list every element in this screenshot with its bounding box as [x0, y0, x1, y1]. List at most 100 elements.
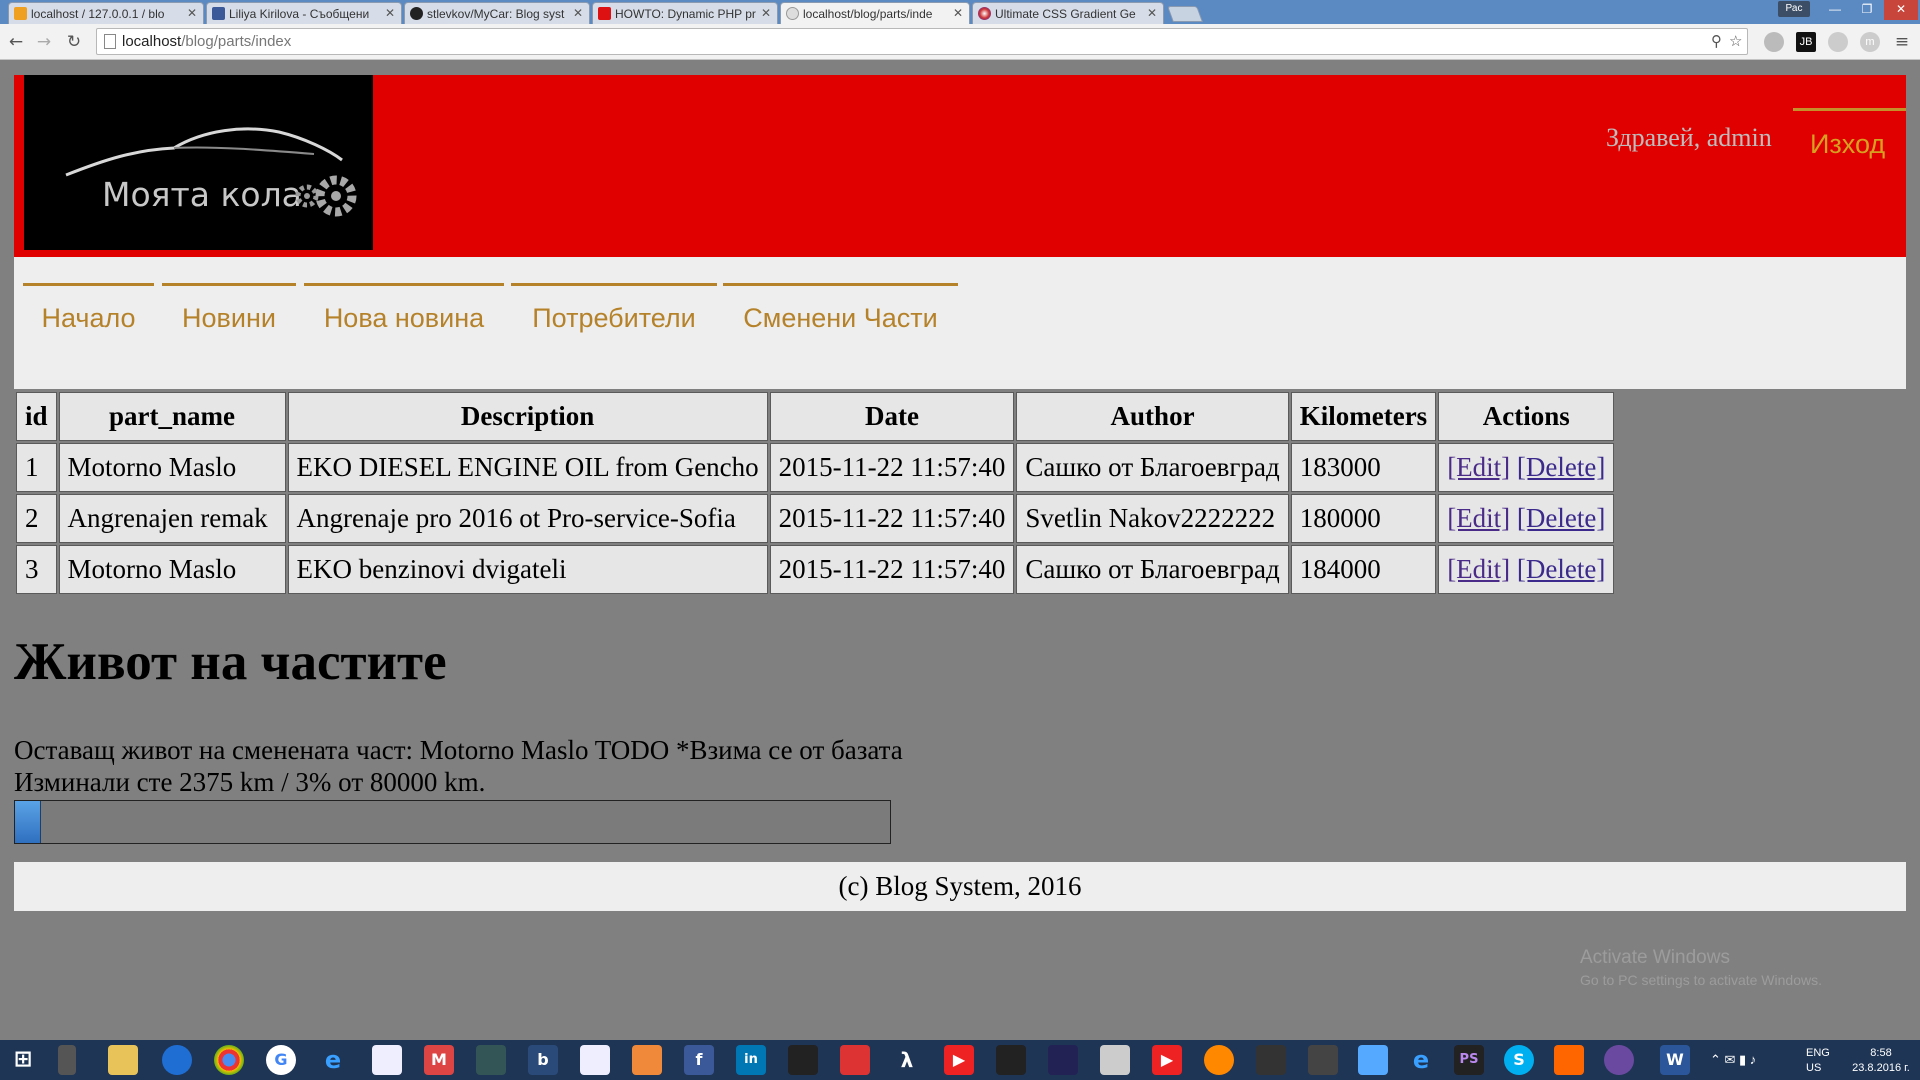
skype-icon[interactable]: S — [1504, 1045, 1534, 1075]
menu-icon[interactable]: ≡ — [1890, 30, 1914, 54]
tray-icons[interactable]: ⌃ ✉ ▮ ♪ — [1710, 1040, 1770, 1080]
browser-tab-phpmyadmin[interactable]: localhost / 127.0.0.1 / blo ✕ — [8, 2, 204, 24]
google-icon[interactable]: G — [266, 1045, 296, 1075]
cell-description: Angrenaje pro 2016 ot Pro-service-Sofia — [287, 494, 768, 543]
app-icon[interactable] — [996, 1045, 1026, 1075]
browser-tab-github[interactable]: stlevkov/MyCar: Blog syst ✕ — [404, 2, 590, 24]
column-header-kilometers: Kilometers — [1290, 392, 1437, 441]
profile-badge[interactable]: Рас — [1778, 1, 1810, 17]
phpstorm-icon[interactable]: PS — [1454, 1045, 1484, 1075]
app-icon[interactable] — [476, 1045, 506, 1075]
nav-item-home[interactable]: Начало — [23, 283, 154, 334]
folder-icon[interactable] — [108, 1045, 138, 1075]
app-icon[interactable] — [1604, 1045, 1634, 1075]
browser-tab-active[interactable]: localhost/blog/parts/inde ✕ — [780, 2, 970, 25]
firefox-icon[interactable] — [162, 1045, 192, 1075]
distance-text: Изминали сте 2375 km / 3% от 80000 km. — [14, 767, 486, 797]
app-icon[interactable] — [1308, 1045, 1338, 1075]
edit-link[interactable]: [Edit] — [1447, 554, 1510, 584]
browser-tab-css-gradient[interactable]: Ultimate CSS Gradient Ge ✕ — [972, 2, 1164, 24]
column-header-date: Date — [769, 392, 1015, 441]
zoom-icon[interactable]: ⚲ — [1711, 32, 1722, 50]
browser-tab-facebook[interactable]: Liliya Kirilova - Съобщени ✕ — [206, 2, 402, 24]
delete-link[interactable]: [Delete] — [1517, 554, 1605, 584]
youtube-icon[interactable]: ▶ — [1152, 1045, 1182, 1075]
phpmyadmin-favicon-icon — [14, 7, 27, 20]
cell-description: EKO DIESEL ENGINE OIL from Gencho — [287, 443, 768, 492]
extension-cloud-icon[interactable] — [1764, 32, 1784, 52]
xampp-icon[interactable] — [1554, 1045, 1584, 1075]
app-icon[interactable]: λ — [892, 1045, 922, 1075]
forward-icon[interactable]: → — [32, 30, 56, 54]
logout-nav: Изход — [1793, 108, 1906, 160]
delete-link[interactable]: [Delete] — [1517, 452, 1605, 482]
app-icon[interactable] — [580, 1045, 610, 1075]
close-tab-icon[interactable]: ✕ — [953, 6, 963, 20]
youtube-icon[interactable]: ▶ — [944, 1045, 974, 1075]
delete-link[interactable]: [Delete] — [1517, 503, 1605, 533]
word-icon[interactable]: W — [1660, 1045, 1690, 1075]
app-icon[interactable] — [372, 1045, 402, 1075]
app-icon[interactable] — [788, 1045, 818, 1075]
app-icon[interactable] — [1256, 1045, 1286, 1075]
life-progress-bar — [14, 800, 891, 844]
chrome-icon[interactable] — [214, 1045, 244, 1075]
restore-icon[interactable]: ❐ — [1852, 0, 1882, 20]
minimize-icon[interactable]: — — [1820, 0, 1850, 20]
edit-link[interactable]: [Edit] — [1447, 503, 1510, 533]
cell-actions: [Edit] [Delete] — [1438, 443, 1615, 492]
app-icon[interactable] — [632, 1045, 662, 1075]
close-tab-icon[interactable]: ✕ — [385, 6, 395, 20]
site-logo[interactable]: Моята кола — [24, 75, 373, 250]
extension-m-icon[interactable]: m — [1860, 32, 1880, 52]
close-window-icon[interactable]: ✕ — [1884, 0, 1918, 20]
new-tab-button[interactable] — [1167, 6, 1203, 22]
app-icon[interactable] — [1204, 1045, 1234, 1075]
nav-item-new-post[interactable]: Нова новина — [304, 283, 504, 334]
nav-item-users[interactable]: Потребители — [511, 283, 717, 334]
column-header-author: Author — [1016, 392, 1289, 441]
app-icon[interactable] — [1048, 1045, 1078, 1075]
browser-tab-youtube[interactable]: HOWTO: Dynamic PHP pr ✕ — [592, 2, 778, 24]
edit-link[interactable]: [Edit] — [1447, 452, 1510, 482]
cell-actions: [Edit] [Delete] — [1438, 494, 1615, 543]
site-footer: (c) Blog System, 2016 — [14, 862, 1906, 911]
close-tab-icon[interactable]: ✕ — [1147, 6, 1157, 20]
keyboard-layout: US — [1806, 1062, 1822, 1074]
app-icon[interactable] — [840, 1045, 870, 1075]
app-icon[interactable] — [1358, 1045, 1388, 1075]
activate-windows-watermark: Activate Windows Go to PC settings to ac… — [1580, 947, 1822, 988]
close-tab-icon[interactable]: ✕ — [761, 6, 771, 20]
bookmark-star-icon[interactable]: ☆ — [1729, 32, 1742, 50]
cell-date: 2015-11-22 11:57:40 — [769, 545, 1015, 594]
logout-link[interactable]: Изход — [1793, 111, 1906, 160]
linkedin-icon[interactable]: in — [736, 1045, 766, 1075]
start-windows-icon[interactable]: ⊞ — [8, 1045, 38, 1075]
reload-icon[interactable]: ↻ — [62, 30, 86, 54]
cell-id: 1 — [16, 443, 57, 492]
close-tab-icon[interactable]: ✕ — [573, 6, 583, 20]
facebook-icon[interactable]: f — [684, 1045, 714, 1075]
internet-explorer-icon[interactable]: e — [318, 1045, 348, 1075]
extension-circle-icon[interactable] — [1828, 32, 1848, 52]
clock[interactable]: 8:58 23.8.2016 г. — [1846, 1040, 1916, 1080]
app-icon[interactable]: b — [528, 1045, 558, 1075]
internet-explorer-icon[interactable]: e — [1406, 1045, 1436, 1075]
app-icon[interactable] — [1100, 1045, 1130, 1075]
nav-item-replaced-parts[interactable]: Сменени Части — [723, 283, 958, 334]
language-indicator[interactable]: ENG US — [1806, 1040, 1846, 1080]
back-icon[interactable]: ← — [4, 30, 28, 54]
cell-kilometers: 180000 — [1290, 494, 1437, 543]
github-favicon-icon — [410, 7, 423, 20]
extension-jetbrains-icon[interactable]: JB — [1796, 32, 1816, 52]
close-tab-icon[interactable]: ✕ — [187, 6, 197, 20]
file-manager-icon[interactable] — [58, 1045, 76, 1075]
gmail-icon[interactable]: M — [424, 1045, 454, 1075]
nav-item-news[interactable]: Новини — [162, 283, 296, 334]
section-title: Живот на частите — [14, 633, 447, 691]
windows-taskbar: ⊞ G e M b f in λ ▶ ▶ e PS S W ⌃ ✉ ▮ ♪ EN… — [0, 1040, 1920, 1080]
cell-date: 2015-11-22 11:57:40 — [769, 494, 1015, 543]
tab-title: localhost / 127.0.0.1 / blo — [31, 7, 165, 21]
url-path: /blog/parts/index — [181, 33, 292, 50]
address-bar[interactable]: localhost/blog/parts/index ⚲ ☆ — [96, 28, 1748, 55]
